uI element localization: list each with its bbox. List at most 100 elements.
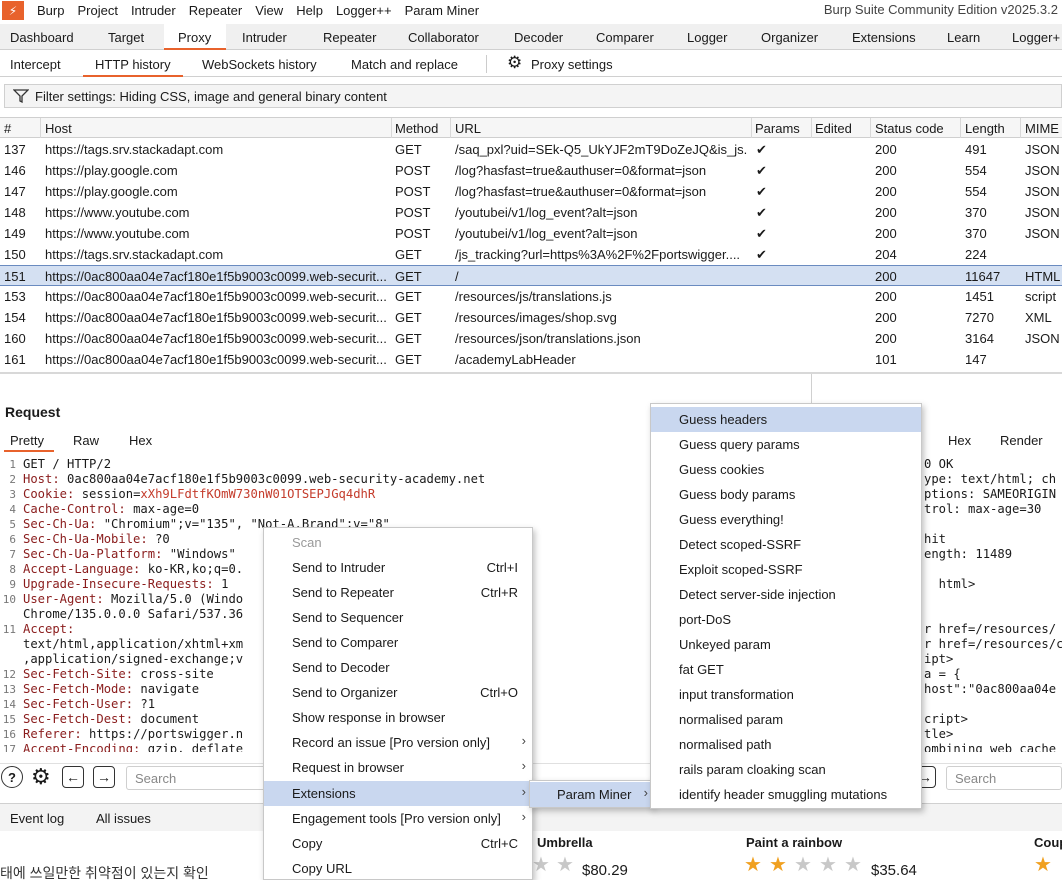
col-host[interactable]: Host	[45, 121, 72, 136]
menu-help[interactable]: Help	[296, 3, 323, 18]
param-miner-item[interactable]: Detect scoped-SSRF	[651, 532, 921, 557]
context-menu-item[interactable]: Copy Ctrl+C	[264, 831, 532, 856]
header-value: document	[133, 712, 200, 726]
menu-intruder[interactable]: Intruder	[131, 3, 176, 18]
table-row[interactable]: 151 https://0ac800aa04e7acf180e1f5b9003c0…	[0, 265, 1062, 286]
tab-http-history[interactable]: HTTP history	[95, 57, 171, 72]
context-menu-item[interactable]: Send to Decoder	[264, 655, 532, 680]
context-menu-item[interactable]: Send to Organizer Ctrl+O	[264, 680, 532, 705]
param-miner-item[interactable]: Guess cookies	[651, 457, 921, 482]
event-log-tab[interactable]: Event log	[10, 811, 64, 826]
proxy-settings-button[interactable]: Proxy settings	[531, 57, 613, 72]
param-miner-item[interactable]: Guess everything!	[651, 507, 921, 532]
active-tab-indicator	[4, 450, 54, 452]
tab-proxy[interactable]: Proxy	[178, 30, 211, 45]
search-input[interactable]: Search	[126, 766, 266, 790]
table-row[interactable]: 154 https://0ac800aa04e7acf180e1f5b9003c0…	[0, 307, 1062, 328]
back-arrow-icon[interactable]: ←	[62, 766, 84, 788]
param-miner-item[interactable]: rails param cloaking scan	[651, 757, 921, 782]
menu-logger-plus[interactable]: Logger++	[336, 3, 392, 18]
table-row[interactable]: 160 https://0ac800aa04e7acf180e1f5b9003c0…	[0, 328, 1062, 349]
menu-param-miner[interactable]: Param Miner	[405, 3, 479, 18]
col-url[interactable]: URL	[455, 121, 481, 136]
table-row[interactable]: 149 https://www.youtube.com POST/youtubei/…	[0, 223, 1062, 244]
tab-logger-plus[interactable]: Logger+	[1012, 30, 1060, 45]
col-mime[interactable]: MIME	[1025, 121, 1059, 136]
col-num[interactable]: #	[4, 121, 11, 136]
tab-dashboard[interactable]: Dashboard	[10, 30, 74, 45]
tab-logger[interactable]: Logger	[687, 30, 727, 45]
header-key: Sec-Ch-Ua:	[23, 517, 97, 531]
tab-learn[interactable]: Learn	[947, 30, 980, 45]
tab-response-render[interactable]: Render	[1000, 433, 1043, 448]
table-row[interactable]: 147 https://play.google.com POST/log?hasfa…	[0, 181, 1062, 202]
col-status[interactable]: Status code	[875, 121, 944, 136]
col-edited[interactable]: Edited	[815, 121, 852, 136]
table-row[interactable]: 153 https://0ac800aa04e7acf180e1f5b9003c0…	[0, 286, 1062, 307]
table-row[interactable]: 161 https://0ac800aa04e7acf180e1f5b9003c0…	[0, 349, 1062, 370]
context-menu-item[interactable]: Extensions ›	[264, 781, 532, 806]
context-menu-item[interactable]: Show response in browser	[264, 705, 532, 730]
param-miner-menu-item[interactable]: Param Miner ›	[530, 782, 652, 807]
menu-view[interactable]: View	[255, 3, 283, 18]
table-row[interactable]: 146 https://play.google.com POST/log?hasfa…	[0, 160, 1062, 181]
param-miner-item[interactable]: identify header smuggling mutations	[651, 782, 921, 807]
filter-bar[interactable]: Filter settings: Hiding CSS, image and g…	[4, 84, 1062, 108]
header-key: Sec-Fetch-Mode:	[23, 682, 134, 696]
tab-collaborator[interactable]: Collaborator	[408, 30, 479, 45]
context-menu-item[interactable]: Send to Sequencer	[264, 605, 532, 630]
all-issues-tab[interactable]: All issues	[96, 811, 151, 826]
col-method[interactable]: Method	[395, 121, 438, 136]
tab-intruder[interactable]: Intruder	[242, 30, 287, 45]
context-menu-item[interactable]: Request in browser ›	[264, 755, 532, 780]
param-miner-item[interactable]: port-DoS	[651, 607, 921, 632]
menu-project[interactable]: Project	[77, 3, 117, 18]
tab-match-replace[interactable]: Match and replace	[351, 57, 458, 72]
param-miner-item[interactable]: normalised path	[651, 732, 921, 757]
tab-raw[interactable]: Raw	[73, 433, 99, 448]
gear-icon[interactable]: ⚙	[507, 53, 522, 73]
tab-comparer[interactable]: Comparer	[596, 30, 654, 45]
param-miner-item[interactable]: Exploit scoped-SSRF	[651, 557, 921, 582]
cell-length: 3164	[965, 331, 994, 346]
tab-websockets-history[interactable]: WebSockets history	[202, 57, 317, 72]
menu-repeater[interactable]: Repeater	[189, 3, 242, 18]
tab-intercept[interactable]: Intercept	[10, 57, 61, 72]
param-miner-item[interactable]: fat GET	[651, 657, 921, 682]
param-miner-item[interactable]: Guess headers	[651, 407, 921, 432]
tab-decoder[interactable]: Decoder	[514, 30, 563, 45]
context-menu-item[interactable]: Copy URL	[264, 856, 532, 880]
context-menu-item[interactable]: Engagement tools [Pro version only] ›	[264, 806, 532, 831]
col-length[interactable]: Length	[965, 121, 1005, 136]
context-menu-item[interactable]: Send to Repeater Ctrl+R	[264, 580, 532, 605]
context-menu-item[interactable]: Send to Intruder Ctrl+I	[264, 555, 532, 580]
table-row[interactable]: 148 https://www.youtube.com POST/youtubei/…	[0, 202, 1062, 223]
tab-hex[interactable]: Hex	[129, 433, 152, 448]
cell-status: 200	[875, 142, 897, 157]
cell-url: /youtubei/v1/log_event?alt=json	[455, 226, 638, 241]
settings-gear-icon[interactable]: ⚙	[31, 764, 51, 790]
param-miner-item[interactable]: Detect server-side injection	[651, 582, 921, 607]
tab-pretty[interactable]: Pretty	[10, 433, 44, 448]
tab-organizer[interactable]: Organizer	[761, 30, 818, 45]
help-icon[interactable]: ?	[1, 766, 23, 788]
param-miner-item[interactable]: normalised param	[651, 707, 921, 732]
menu-burp[interactable]: Burp	[37, 3, 64, 18]
context-menu-item[interactable]: Send to Comparer	[264, 630, 532, 655]
forward-arrow-icon[interactable]: →	[93, 766, 115, 788]
tab-response-hex[interactable]: Hex	[948, 433, 971, 448]
param-miner-item[interactable]: Guess body params	[651, 482, 921, 507]
tab-repeater[interactable]: Repeater	[323, 30, 376, 45]
tab-extensions[interactable]: Extensions	[852, 30, 916, 45]
col-params[interactable]: Params	[755, 121, 800, 136]
table-row[interactable]: 137 https://tags.srv.stackadapt.com GET/sa…	[0, 139, 1062, 160]
pane-splitter[interactable]	[0, 372, 1062, 374]
header-value: ,application/signed-exchange;v	[23, 652, 244, 666]
param-miner-item[interactable]: Unkeyed param	[651, 632, 921, 657]
param-miner-item[interactable]: Guess query params	[651, 432, 921, 457]
context-menu-item[interactable]: Record an issue [Pro version only] ›	[264, 730, 532, 755]
tab-target[interactable]: Target	[108, 30, 144, 45]
search-input-right[interactable]: Search	[946, 766, 1062, 790]
table-row[interactable]: 150 https://tags.srv.stackadapt.com GET/js…	[0, 244, 1062, 265]
param-miner-item[interactable]: input transformation	[651, 682, 921, 707]
